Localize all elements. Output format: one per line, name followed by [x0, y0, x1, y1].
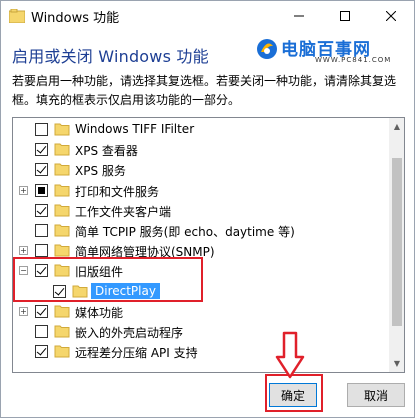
down-arrow-icon	[275, 331, 305, 379]
feature-checkbox[interactable]	[35, 143, 48, 157]
folder-icon	[54, 325, 70, 338]
expand-icon[interactable]: +	[19, 306, 28, 316]
maximize-icon	[340, 11, 350, 21]
folder-icon	[54, 204, 70, 217]
ok-button[interactable]: 确定	[269, 383, 317, 407]
folder-icon	[54, 184, 70, 197]
folder-icon	[54, 163, 70, 176]
feature-row[interactable]: + 媒体功能	[13, 302, 389, 322]
title-bar[interactable]: Windows 功能	[1, 1, 414, 31]
windows-features-dialog: Windows 功能 启用或关闭 Windows 功能 电脑百事网 WWW.PC…	[0, 0, 415, 418]
close-button[interactable]	[368, 1, 414, 31]
feature-checkbox[interactable]	[35, 163, 48, 177]
feature-label: 远程差分压缩 API 支持	[75, 346, 198, 361]
page-title: 启用或关闭 Windows 功能	[12, 47, 209, 66]
site-logo-icon	[257, 39, 277, 59]
maximize-button[interactable]	[322, 1, 368, 31]
feature-checkbox[interactable]	[35, 224, 48, 237]
folder-icon	[54, 123, 70, 136]
feature-label: 媒体功能	[75, 305, 124, 320]
scroll-up-icon[interactable]: ▲	[389, 118, 404, 135]
scroll-down-icon[interactable]: ▼	[389, 355, 404, 372]
feature-label: 嵌入的外壳启动程序	[75, 326, 184, 340]
feature-label: XPS 服务	[75, 164, 126, 179]
windows-features-icon	[9, 9, 25, 23]
scrollbar-thumb[interactable]	[392, 158, 402, 326]
folder-icon	[54, 305, 70, 318]
folder-icon	[54, 224, 70, 237]
feature-row[interactable]: XPS 服务	[13, 160, 389, 180]
expand-icon[interactable]: +	[19, 185, 28, 195]
minimize-button[interactable]	[276, 1, 322, 31]
feature-checkbox[interactable]	[35, 183, 48, 197]
feature-row[interactable]: XPS 查看器	[13, 140, 389, 160]
feature-row[interactable]: 工作文件夹客户端	[13, 201, 389, 221]
feature-row[interactable]: 简单 TCPIP 服务(即 echo、daytime 等)	[13, 221, 389, 241]
window-title: Windows 功能	[31, 11, 120, 26]
feature-tree[interactable]: Windows TIFF IFilter XPS 查看器 XPS 服务 + 打印和文件服…	[12, 117, 405, 373]
cancel-button[interactable]: 取消	[347, 383, 405, 407]
feature-row[interactable]: 嵌入的外壳启动程序	[13, 322, 389, 342]
feature-checkbox[interactable]	[35, 123, 48, 136]
expand-icon[interactable]: +	[19, 246, 28, 256]
feature-checkbox[interactable]	[35, 203, 48, 217]
folder-icon	[54, 345, 70, 358]
feature-label: Windows TIFF IFilter	[75, 122, 195, 136]
feature-checkbox[interactable]	[35, 304, 48, 318]
minimize-icon	[294, 15, 304, 17]
feature-label: 工作文件夹客户端	[75, 204, 172, 219]
watermark-url: WWW.PC841.COM	[315, 56, 392, 64]
site-watermark: 电脑百事网 WWW.PC841.COM	[255, 35, 405, 65]
feature-row[interactable]: + 打印和文件服务	[13, 181, 389, 201]
feature-row[interactable]: 远程差分压缩 API 支持	[13, 342, 389, 362]
folder-icon	[54, 244, 70, 257]
feature-label: 打印和文件服务	[75, 184, 160, 199]
feature-checkbox[interactable]	[35, 325, 48, 338]
close-icon	[386, 11, 396, 21]
feature-label: 简单 TCPIP 服务(即 echo、daytime 等)	[75, 225, 295, 239]
feature-checkbox[interactable]	[35, 345, 48, 359]
folder-icon	[54, 143, 70, 156]
feature-checkbox[interactable]	[35, 244, 48, 258]
highlight-box-legacy	[13, 257, 203, 302]
vertical-scrollbar[interactable]: ▲ ▼	[389, 118, 404, 372]
feature-row[interactable]: Windows TIFF IFilter	[13, 120, 389, 140]
feature-label: XPS 查看器	[75, 144, 138, 159]
description-text: 若要启用一种功能，请选择其复选框。若要关闭一种功能，请清除其复选框。填充的框表示…	[12, 74, 397, 107]
